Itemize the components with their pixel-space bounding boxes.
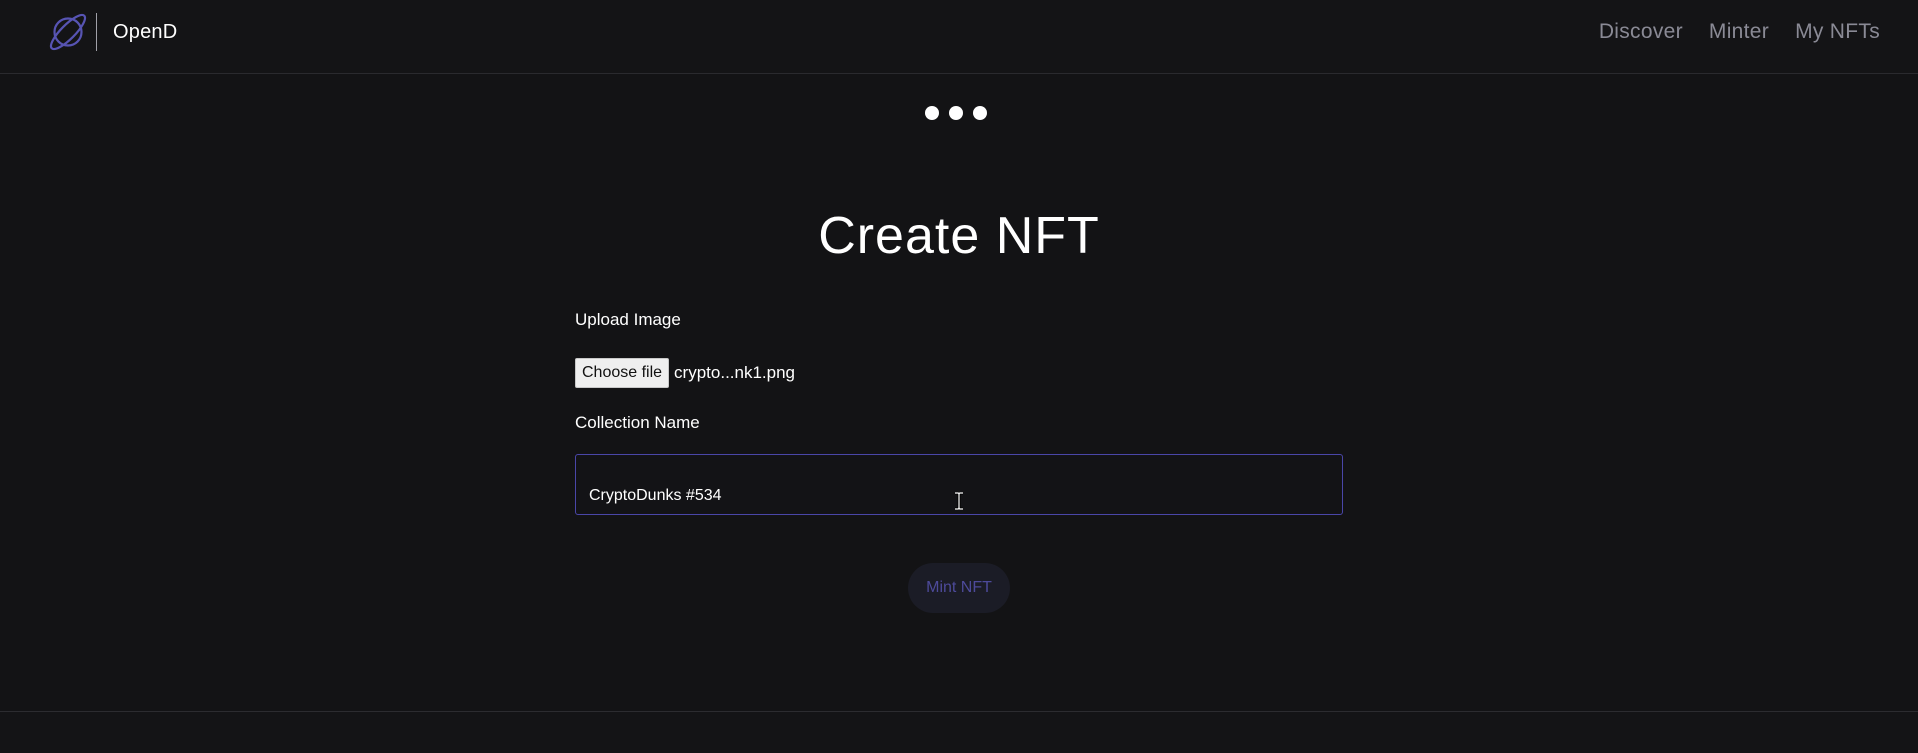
loading-dots-icon xyxy=(925,106,987,120)
brand-logo[interactable]: OpenD xyxy=(46,12,177,52)
file-upload-field: Choose file crypto...nk1.png xyxy=(575,358,795,388)
text-cursor-icon xyxy=(955,492,963,510)
nav-link-my-nfts[interactable]: My NFTs xyxy=(1795,20,1880,44)
mint-nft-button[interactable]: Mint NFT xyxy=(908,563,1010,613)
collection-name-label: Collection Name xyxy=(575,413,700,432)
nav-link-discover[interactable]: Discover xyxy=(1599,20,1683,44)
nav-link-minter[interactable]: Minter xyxy=(1709,20,1769,44)
page-title: Create NFT xyxy=(818,207,1100,265)
loader-dot xyxy=(949,106,963,120)
footer xyxy=(0,712,1918,753)
logo-divider xyxy=(96,13,97,51)
upload-image-label: Upload Image xyxy=(575,310,681,329)
planet-icon xyxy=(49,13,87,51)
brand-name[interactable]: OpenD xyxy=(113,21,177,44)
top-navbar: OpenD Discover Minter My NFTs xyxy=(0,0,1918,74)
selected-file-name: crypto...nk1.png xyxy=(674,363,796,382)
loader-dot xyxy=(925,106,939,120)
loader-dot xyxy=(973,106,987,120)
main-nav: Discover Minter My NFTs xyxy=(1599,20,1880,44)
choose-file-button[interactable]: Choose file xyxy=(575,358,670,388)
